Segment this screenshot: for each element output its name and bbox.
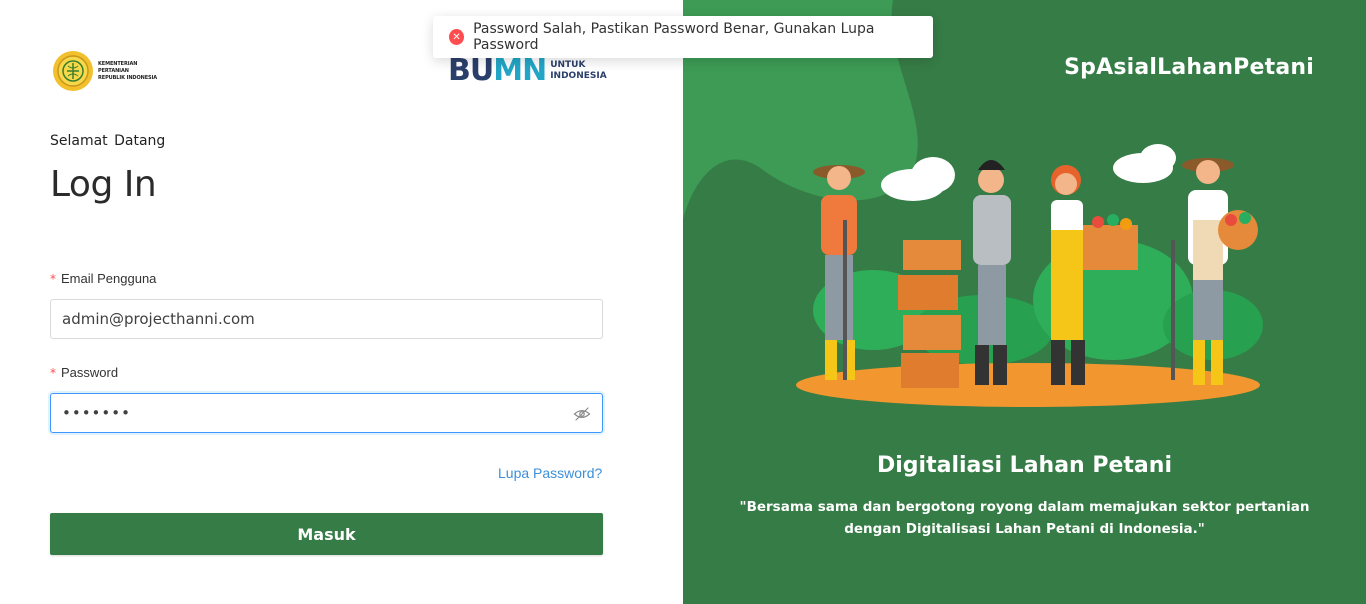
required-mark: * [50,272,56,286]
welcome-text: Selamat Datang [50,133,166,149]
password-value: ••••••• [62,404,131,422]
brand-logo: SpAsialLahanPetani [1064,55,1314,80]
promo-quote: "Bersama sama dan bergotong royong dalam… [739,499,1310,537]
email-value: admin@projecthanni.com [62,310,255,328]
farmers-illustration [796,144,1263,407]
eye-invisible-icon[interactable] [573,405,591,423]
error-circle-icon: ✕ [449,29,465,45]
bumn-mark-part2: MN [493,53,547,88]
toast-message: Password Salah, Pastikan Password Benar,… [473,21,875,53]
page-title: Log In [50,164,157,205]
forgot-password-link[interactable]: Lupa Password? [498,465,602,481]
kementan-text-1: KEMENTERIAN PERTANIAN [98,60,138,74]
promo-panel: SpAsialLahanPetani Digitaliasi Lahan Pet… [683,0,1366,604]
error-toast: ✕ Password Salah, Pastikan Password Bena… [433,16,933,58]
password-label: * Password [50,365,119,380]
email-label: * Email Pengguna [50,271,157,286]
login-panel: KEMENTERIAN PERTANIAN REPUBLIK INDONESIA… [0,0,683,604]
kementan-logo: KEMENTERIAN PERTANIAN REPUBLIK INDONESIA [52,50,168,92]
bumn-sub-2: INDONESIA [550,71,607,81]
promo-title: Digitaliasi Lahan Petani [877,453,1172,478]
kementan-text-2: REPUBLIK INDONESIA [98,74,158,81]
kementan-seal-icon [53,51,93,91]
login-button[interactable]: Masuk [50,513,603,555]
email-field[interactable]: admin@projecthanni.com [50,299,603,339]
bumn-mark-part1: BU [448,53,494,88]
bumn-logo: BUMN UNTUK INDONESIA [448,56,607,86]
bumn-sub-1: UNTUK [550,60,586,70]
password-field[interactable]: ••••••• [50,393,603,433]
required-mark: * [50,366,56,380]
